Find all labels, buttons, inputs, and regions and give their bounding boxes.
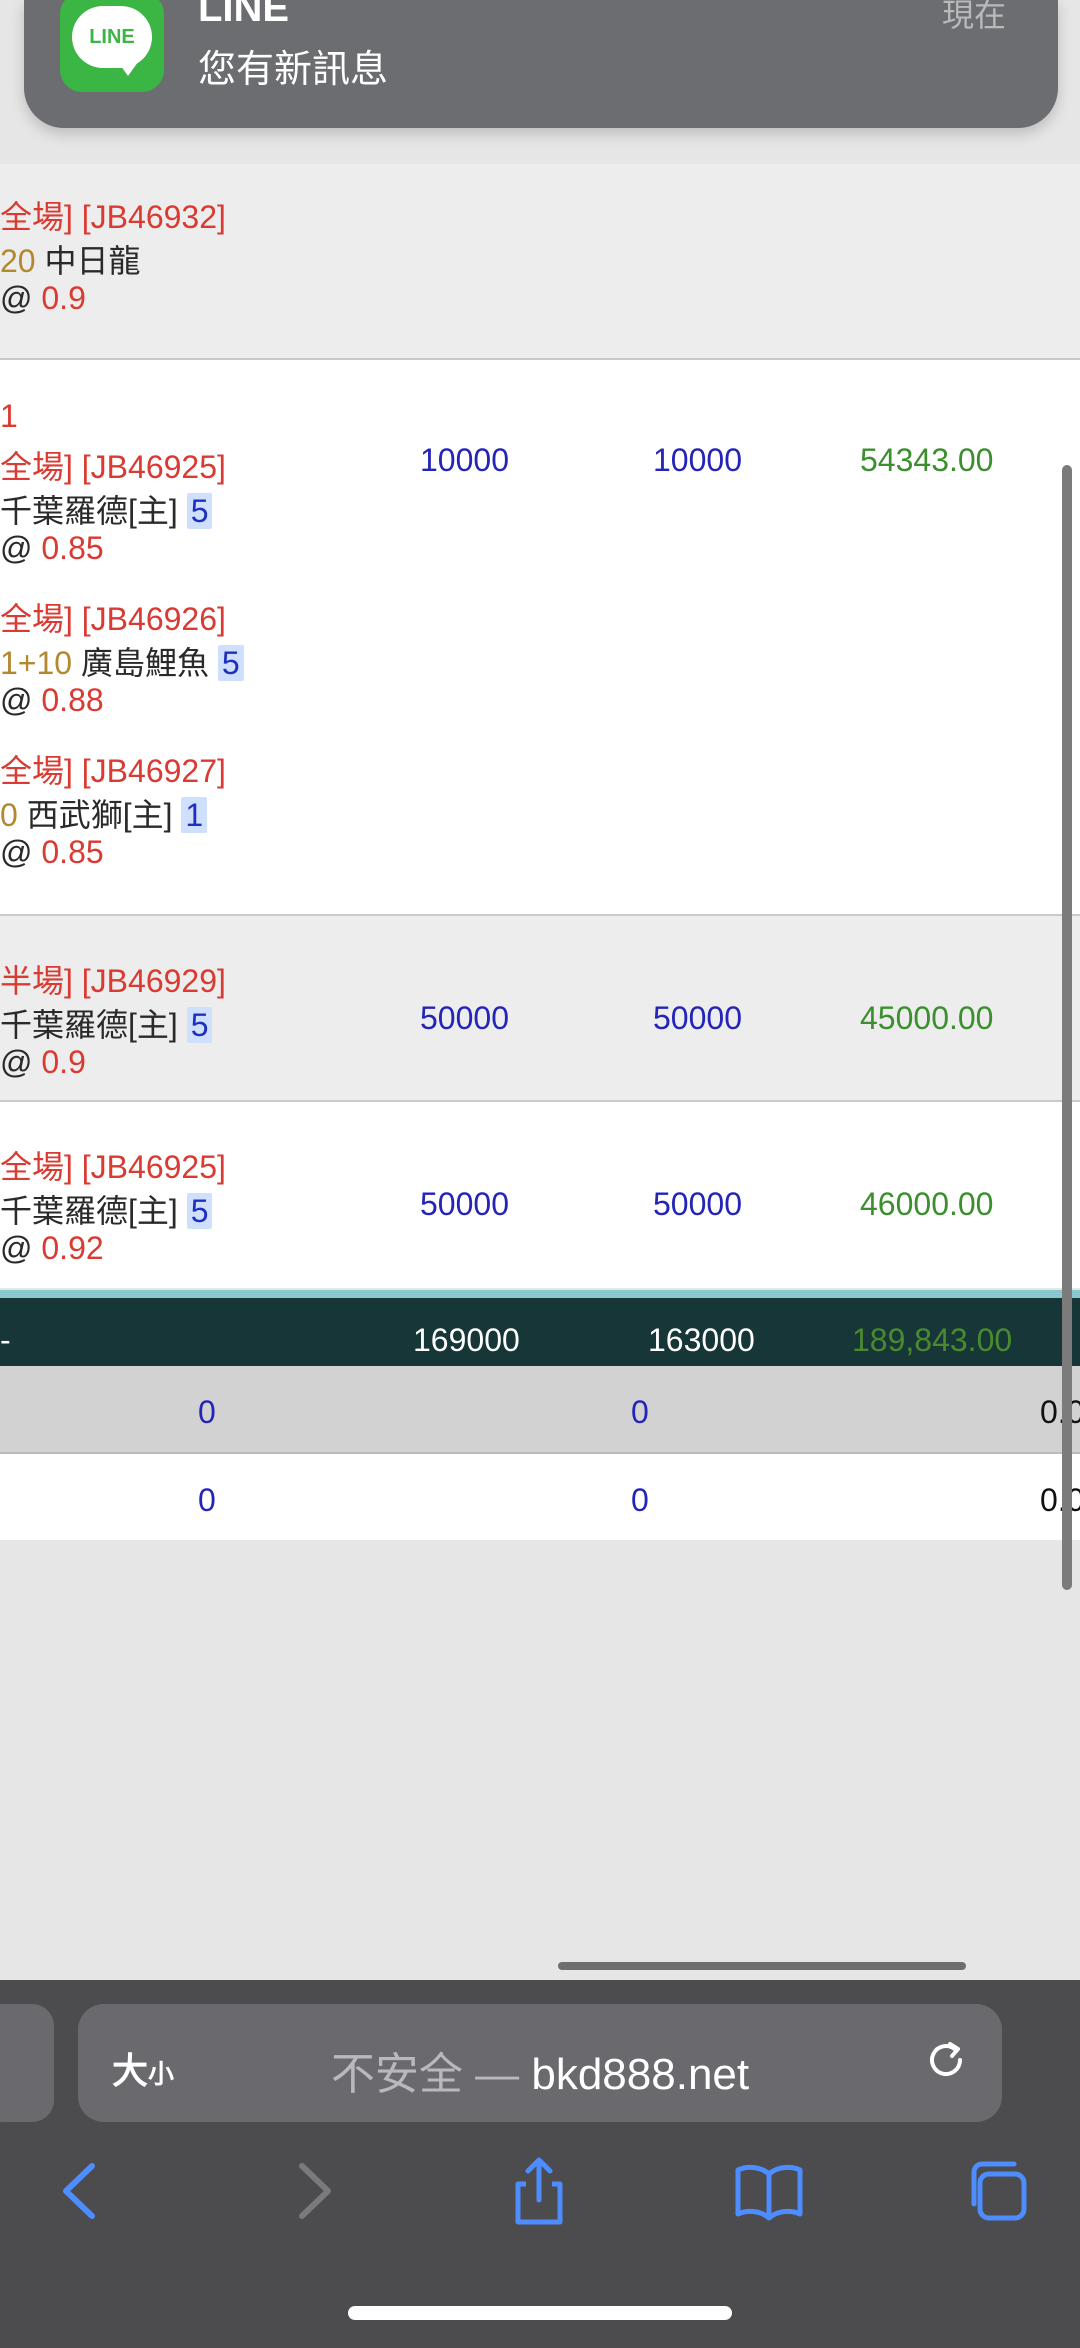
result-amount: 45000.00	[860, 1000, 994, 1036]
bet-line: 千葉羅德[主] 5	[0, 1186, 213, 1232]
bet-line-segment: @	[0, 280, 42, 316]
bet-amount: 50000	[420, 1186, 509, 1222]
bet-line-segment: 千葉羅德[主]	[0, 493, 187, 529]
bet-line: 全場] [JB46925]	[0, 1142, 226, 1188]
bet-row: 半場] [JB46929] 千葉羅德[主] 5 @ 0.9 50000 5000…	[0, 916, 1080, 1102]
summary-value-a: 0	[198, 1482, 216, 1518]
bet-line: @ 0.85	[0, 530, 104, 567]
bet-line-segment: @	[0, 1230, 42, 1266]
line-app-icon: LINE	[60, 0, 164, 92]
bet-row: 全場] [JB46925] 千葉羅德[主] 5 @ 0.92 50000 500…	[0, 1102, 1080, 1288]
notification-app-name: LINE	[198, 0, 290, 30]
forward-icon[interactable]	[278, 2156, 348, 2226]
bet-line-segment: 20	[0, 243, 36, 279]
bet-line-segment: 0.85	[41, 530, 104, 566]
summary-row: 0 0 0.0	[0, 1454, 1080, 1540]
bet-line: @ 0.88	[0, 682, 104, 719]
notification-time: 現在	[941, 0, 1006, 33]
bet-line-segment: 0.9	[41, 280, 86, 316]
valid-amount: 50000	[653, 1000, 742, 1036]
bet-line-segment: 5	[217, 645, 244, 681]
bet-line-segment: 0.92	[41, 1230, 104, 1266]
previous-tab-peek[interactable]	[0, 2004, 54, 2122]
bet-line-segment: 5	[186, 1007, 213, 1043]
summary-value-b: 0	[631, 1394, 649, 1430]
bet-line-segment: 千葉羅德[主]	[0, 1007, 187, 1043]
url-display[interactable]: 不安全 — bkd888.net	[78, 2038, 1002, 2102]
back-icon[interactable]	[46, 2156, 116, 2226]
bet-line: @ 0.9	[0, 280, 86, 317]
bet-line: 全場] [JB46925]	[0, 442, 226, 488]
bet-line: 1	[0, 398, 18, 435]
bet-amount: 50000	[420, 1000, 509, 1036]
total-valid: 163000	[648, 1322, 755, 1358]
bet-row: 全場] [JB46932] 20 中日龍 @ 0.9	[0, 164, 1080, 360]
horizontal-scrollbar[interactable]	[558, 1962, 966, 1970]
valid-amount: 10000	[653, 442, 742, 478]
bet-line-segment: @	[0, 1044, 42, 1080]
bet-line-segment: 中日龍	[35, 243, 141, 279]
total-bet: 169000	[413, 1322, 520, 1358]
bet-line-segment: 1	[181, 797, 208, 833]
home-indicator[interactable]	[348, 2306, 732, 2320]
bet-line: 千葉羅德[主] 5	[0, 1000, 213, 1046]
bet-row: 1 全場] [JB46925] 千葉羅德[主] 5 @ 0.85 全場] [JB…	[0, 360, 1080, 916]
result-amount: 46000.00	[860, 1186, 994, 1222]
bet-line-segment: 5	[186, 1193, 213, 1229]
bookmarks-icon[interactable]	[734, 2156, 804, 2226]
share-icon[interactable]	[504, 2156, 574, 2226]
bet-line: 半場] [JB46929]	[0, 956, 226, 1002]
bet-line-segment: 西武獅[主]	[17, 797, 182, 833]
bet-line-segment: 全場] [JB46925]	[0, 1149, 226, 1185]
bet-line-segment: 全場] [JB46926]	[0, 601, 226, 637]
bet-line: @ 0.9	[0, 1044, 86, 1081]
bet-line-segment: @	[0, 682, 42, 718]
bet-line: 1+10 廣島鯉魚 5	[0, 638, 244, 684]
summary-value-c: 0.0	[1040, 1394, 1080, 1430]
bet-line-segment: 0.9	[41, 1044, 86, 1080]
bet-line: 0 西武獅[主] 1	[0, 790, 208, 836]
bet-line-segment: 半場] [JB46929]	[0, 963, 226, 999]
bet-line: 千葉羅德[主] 5	[0, 486, 213, 532]
bet-line-segment: 全場] [JB46932]	[0, 199, 226, 235]
bet-line-segment: 千葉羅德[主]	[0, 1193, 187, 1229]
total-label: -	[0, 1322, 11, 1358]
bet-line-segment: 0	[0, 797, 18, 833]
bet-line: @ 0.85	[0, 834, 104, 871]
summary-row: 0 0 0.0	[0, 1366, 1080, 1454]
line-logo-text: LINE	[72, 6, 152, 68]
bet-line: 全場] [JB46932]	[0, 192, 226, 238]
summary-value-c: 0.0	[1040, 1482, 1080, 1518]
bet-line-segment: @	[0, 530, 42, 566]
bet-line: @ 0.92	[0, 1230, 104, 1267]
total-result: 189,843.00	[852, 1322, 1013, 1358]
bet-line-segment: 廣島鯉魚	[72, 645, 218, 681]
line-notification[interactable]: LINE LINE 您有新訊息 現在	[24, 0, 1058, 128]
bet-line-segment: 1	[0, 398, 18, 434]
bet-line: 全場] [JB46927]	[0, 746, 226, 792]
valid-amount: 50000	[653, 1186, 742, 1222]
reload-icon[interactable]	[920, 2034, 972, 2086]
bet-line-segment: 全場] [JB46927]	[0, 753, 226, 789]
bet-line-segment: 0.88	[41, 682, 104, 718]
tabs-icon[interactable]	[962, 2156, 1032, 2226]
bet-line-segment: 全場] [JB46925]	[0, 449, 226, 485]
notification-message: 您有新訊息	[198, 49, 389, 91]
bet-line-segment: 0.85	[41, 834, 104, 870]
bet-line-segment: @	[0, 834, 42, 870]
vertical-scrollbar[interactable]	[1062, 465, 1072, 1590]
domain-text: bkd888.net	[531, 2050, 750, 2099]
bet-line-segment: 1+10	[0, 645, 73, 681]
summary-value-a: 0	[198, 1394, 216, 1430]
result-amount: 54343.00	[860, 442, 994, 478]
bet-amount: 10000	[420, 442, 509, 478]
bet-line-segment: 5	[186, 493, 213, 529]
address-bar[interactable]: 大小 不安全 — bkd888.net	[78, 2004, 1002, 2122]
insecure-label: 不安全 —	[330, 2050, 520, 2099]
bet-line: 20 中日龍	[0, 236, 141, 282]
total-row: - 169000 163000 189,843.00	[0, 1290, 1080, 1374]
bet-line: 全場] [JB46926]	[0, 594, 226, 640]
summary-value-b: 0	[631, 1482, 649, 1518]
